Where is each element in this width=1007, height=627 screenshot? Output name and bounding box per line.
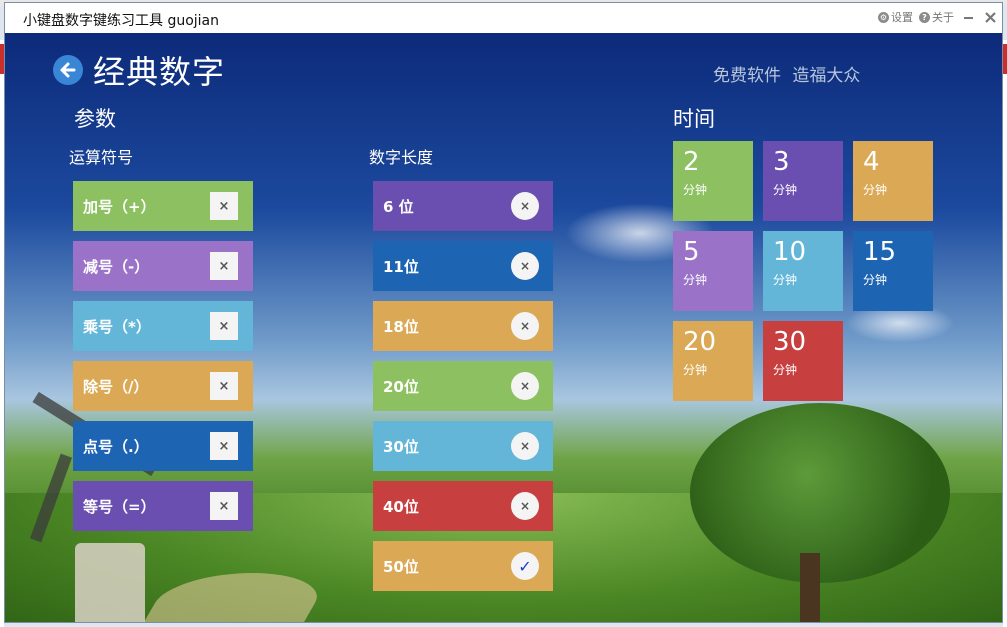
- close-icon[interactable]: ×: [511, 432, 539, 460]
- length-title: 数字长度: [369, 148, 434, 167]
- check-icon[interactable]: ✓: [511, 552, 539, 580]
- operator-option[interactable]: 等号（=） ×: [73, 481, 253, 531]
- back-button[interactable]: [53, 55, 83, 85]
- desktop-right-strip: [1003, 40, 1007, 627]
- operator-option[interactable]: 除号（/） ×: [73, 361, 253, 411]
- time-tile[interactable]: 30 分钟: [763, 321, 843, 401]
- time-value: 20: [683, 327, 717, 357]
- operator-option[interactable]: 乘号（*） ×: [73, 301, 253, 351]
- time-unit: 分钟: [863, 183, 888, 197]
- window-title: 小键盘数字键练习工具 guojian: [23, 13, 220, 29]
- close-button[interactable]: [982, 9, 998, 25]
- close-icon: [984, 11, 996, 23]
- operator-checkbox[interactable]: ×: [210, 192, 238, 220]
- operator-label: 加号（+）: [83, 197, 156, 216]
- length-option[interactable]: 6 位 ×: [373, 181, 553, 231]
- time-tile[interactable]: 3 分钟: [763, 141, 843, 221]
- app-window: 小键盘数字键练习工具 guojian ⚙ 设置 ? 关于 经典数字 免费软件 造…: [4, 2, 1003, 623]
- background-tree-trunk: [800, 553, 820, 622]
- time-unit: 分钟: [773, 183, 798, 197]
- time-unit: 分钟: [773, 363, 798, 377]
- length-label: 20位: [383, 377, 419, 396]
- operator-label: 除号（/）: [83, 377, 149, 396]
- time-value: 3: [773, 147, 790, 177]
- time-tile[interactable]: 10 分钟: [763, 231, 843, 311]
- titlebar-actions: ⚙ 设置 ? 关于: [878, 9, 998, 25]
- time-tile[interactable]: 2 分钟: [673, 141, 753, 221]
- time-value: 30: [773, 327, 807, 357]
- length-label: 50位: [383, 557, 419, 576]
- close-icon[interactable]: ×: [511, 372, 539, 400]
- time-value: 2: [683, 147, 700, 177]
- page-header: 经典数字: [53, 47, 225, 93]
- time-unit: 分钟: [683, 273, 708, 287]
- time-tile[interactable]: 15 分钟: [853, 231, 933, 311]
- minimize-button[interactable]: [960, 9, 976, 25]
- settings-link[interactable]: ⚙ 设置: [878, 9, 913, 25]
- length-list: 6 位 × 11位 × 18位 × 20位 × 30位 × 40位 × 50位 ✓: [373, 181, 553, 601]
- operator-label: 点号（.）: [83, 437, 149, 456]
- back-arrow-icon: [60, 62, 76, 78]
- time-tile[interactable]: 4 分钟: [853, 141, 933, 221]
- operator-checkbox[interactable]: ×: [210, 492, 238, 520]
- slogan: 免费软件 造福大众: [713, 66, 861, 86]
- operator-option[interactable]: 加号（+） ×: [73, 181, 253, 231]
- length-option[interactable]: 18位 ×: [373, 301, 553, 351]
- time-section-title: 时间: [673, 107, 715, 131]
- time-value: 5: [683, 237, 700, 267]
- page-title: 经典数字: [93, 53, 226, 91]
- operator-checkbox[interactable]: ×: [210, 432, 238, 460]
- length-option[interactable]: 20位 ×: [373, 361, 553, 411]
- time-value: 15: [863, 237, 897, 267]
- time-grid: 2 分钟 3 分钟 4 分钟 5 分钟 10 分钟 15 分钟 20 分钟 30 分钟: [673, 141, 943, 401]
- help-icon: ?: [919, 11, 930, 23]
- time-tile[interactable]: 20 分钟: [673, 321, 753, 401]
- about-link[interactable]: ? 关于: [919, 9, 954, 25]
- length-label: 18位: [383, 317, 419, 336]
- time-unit: 分钟: [773, 273, 798, 287]
- time-unit: 分钟: [683, 183, 708, 197]
- operator-option[interactable]: 减号（-） ×: [73, 241, 253, 291]
- length-label: 11位: [383, 257, 419, 276]
- time-value: 4: [863, 147, 880, 177]
- length-option[interactable]: 50位 ✓: [373, 541, 553, 591]
- close-icon[interactable]: ×: [511, 252, 539, 280]
- params-section-title: 参数: [74, 107, 116, 131]
- close-icon[interactable]: ×: [511, 192, 539, 220]
- length-label: 40位: [383, 497, 419, 516]
- operator-label: 减号（-）: [83, 257, 150, 276]
- length-label: 30位: [383, 437, 419, 456]
- background-windmill: [75, 543, 145, 622]
- operator-option[interactable]: 点号（.） ×: [73, 421, 253, 471]
- background-tree: [690, 403, 950, 583]
- operators-title: 运算符号: [69, 148, 134, 167]
- time-value: 10: [773, 237, 807, 267]
- length-label: 6 位: [383, 197, 414, 216]
- settings-label: 设置: [891, 11, 913, 24]
- operator-label: 等号（=）: [83, 497, 156, 516]
- operator-label: 乘号（*）: [83, 317, 151, 336]
- operator-checkbox[interactable]: ×: [210, 312, 238, 340]
- length-option[interactable]: 11位 ×: [373, 241, 553, 291]
- time-unit: 分钟: [863, 273, 888, 287]
- main-content: 经典数字 免费软件 造福大众 参数 运算符号 数字长度 加号（+） × 减号（-） ×…: [5, 33, 1002, 622]
- operator-checkbox[interactable]: ×: [210, 252, 238, 280]
- length-option[interactable]: 40位 ×: [373, 481, 553, 531]
- time-unit: 分钟: [683, 363, 708, 377]
- length-option[interactable]: 30位 ×: [373, 421, 553, 471]
- operator-checkbox[interactable]: ×: [210, 372, 238, 400]
- time-tile[interactable]: 5 分钟: [673, 231, 753, 311]
- title-bar: 小键盘数字键练习工具 guojian ⚙ 设置 ? 关于: [5, 3, 1002, 34]
- settings-icon: ⚙: [878, 11, 889, 23]
- close-icon[interactable]: ×: [511, 312, 539, 340]
- operator-list: 加号（+） × 减号（-） × 乘号（*） × 除号（/） × 点号（.） × 等号（=） ×: [73, 181, 253, 541]
- about-label: 关于: [932, 11, 954, 24]
- minimize-icon: [963, 16, 973, 19]
- close-icon[interactable]: ×: [511, 492, 539, 520]
